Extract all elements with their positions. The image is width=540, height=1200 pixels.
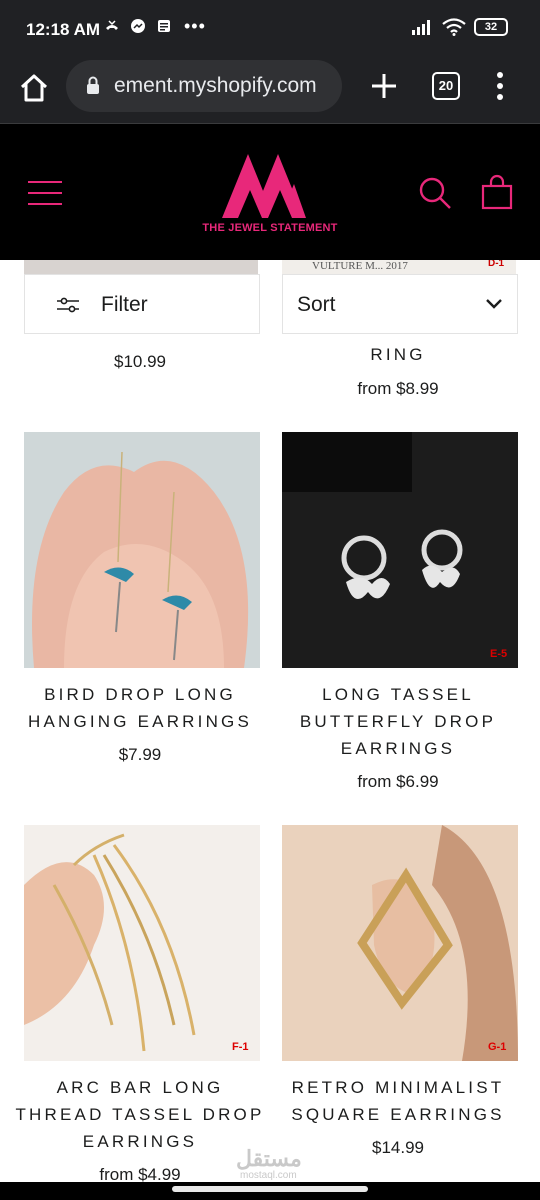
cart-icon[interactable] — [480, 174, 514, 210]
product-title[interactable]: ARC BAR LONG THREAD TASSEL DROP EARRINGS — [10, 1074, 270, 1155]
signal-icon — [412, 20, 430, 35]
store-header: THE JEWEL STATEMENT — [0, 124, 540, 260]
sort-label: Sort — [297, 293, 336, 316]
product-image[interactable] — [24, 432, 260, 668]
system-nav-bar — [0, 1182, 540, 1200]
product-image[interactable]: F-1 — [24, 825, 260, 1061]
product-title[interactable]: RING — [268, 341, 528, 368]
lock-icon — [87, 76, 99, 94]
product-price: $14.99 — [372, 1138, 424, 1157]
image-text: VULTURE M... 2017 — [312, 260, 408, 272]
notification-icons — [104, 18, 172, 34]
filter-button[interactable]: Filter — [24, 274, 260, 334]
more-vert-icon[interactable] — [490, 70, 510, 102]
logo-mark-icon — [222, 154, 306, 218]
plus-icon[interactable] — [366, 68, 402, 104]
watermark: مستقل — [236, 1146, 302, 1171]
product-price: $7.99 — [118, 745, 162, 764]
product-title[interactable]: LONG TASSEL BUTTERFLY DROP EARRINGS — [268, 681, 528, 762]
hamburger-icon[interactable] — [28, 180, 62, 206]
image-tag: F-1 — [232, 1041, 249, 1053]
status-time: 12:18 AM — [26, 20, 101, 39]
product-image[interactable]: E-5 — [282, 432, 518, 668]
product-price: from $8.99 — [357, 379, 439, 398]
arc-bar-earring-photo — [24, 825, 260, 1061]
image-tag: G-1 — [488, 1041, 507, 1053]
product-price: from $6.99 — [357, 772, 439, 791]
system-icons: 32 — [410, 18, 508, 36]
store-logo[interactable]: THE JEWEL STATEMENT — [190, 150, 350, 240]
missed-call-icon — [106, 20, 118, 30]
more-notifications-icon: ••• — [184, 16, 206, 36]
messenger-icon — [131, 19, 145, 33]
watermark-sub: mostaql.com — [240, 1170, 297, 1181]
product-image-partial: VULTURE M... 2017 D-1 — [282, 260, 516, 274]
address-bar[interactable]: ement.myshopify.com — [66, 60, 342, 112]
status-bar: 12:18 AM ••• 32 — [0, 0, 540, 60]
home-gesture-bar[interactable] — [172, 1186, 368, 1192]
product-image-partial — [24, 260, 258, 274]
store-name: THE JEWEL STATEMENT — [202, 222, 338, 234]
square-earring-photo — [282, 825, 518, 1061]
chevron-down-icon — [486, 299, 502, 309]
product-image[interactable]: G-1 — [282, 825, 518, 1061]
home-icon[interactable] — [16, 70, 52, 106]
product-title[interactable]: RETRO MINIMALIST SQUARE EARRINGS — [268, 1074, 528, 1128]
product-title[interactable]: BIRD DROP LONG HANGING EARRINGS — [10, 681, 270, 735]
tabs-icon[interactable]: 20 — [432, 72, 460, 100]
sort-select[interactable]: Sort — [282, 274, 518, 334]
butterfly-earring-photo — [282, 432, 518, 668]
image-tag: E-5 — [490, 648, 508, 660]
wifi-icon — [442, 18, 466, 36]
url-text[interactable]: ement.myshopify.com — [114, 74, 334, 98]
news-icon — [158, 20, 170, 32]
product-price: $10.99 — [114, 352, 166, 371]
search-icon[interactable] — [418, 176, 452, 210]
image-tag: D-1 — [488, 260, 505, 269]
filter-icon — [57, 297, 79, 313]
browser-toolbar: ement.myshopify.com 20 — [0, 60, 540, 124]
bird-earring-photo — [24, 432, 260, 668]
battery-icon: 32 — [474, 18, 508, 36]
filter-label: Filter — [101, 293, 148, 316]
